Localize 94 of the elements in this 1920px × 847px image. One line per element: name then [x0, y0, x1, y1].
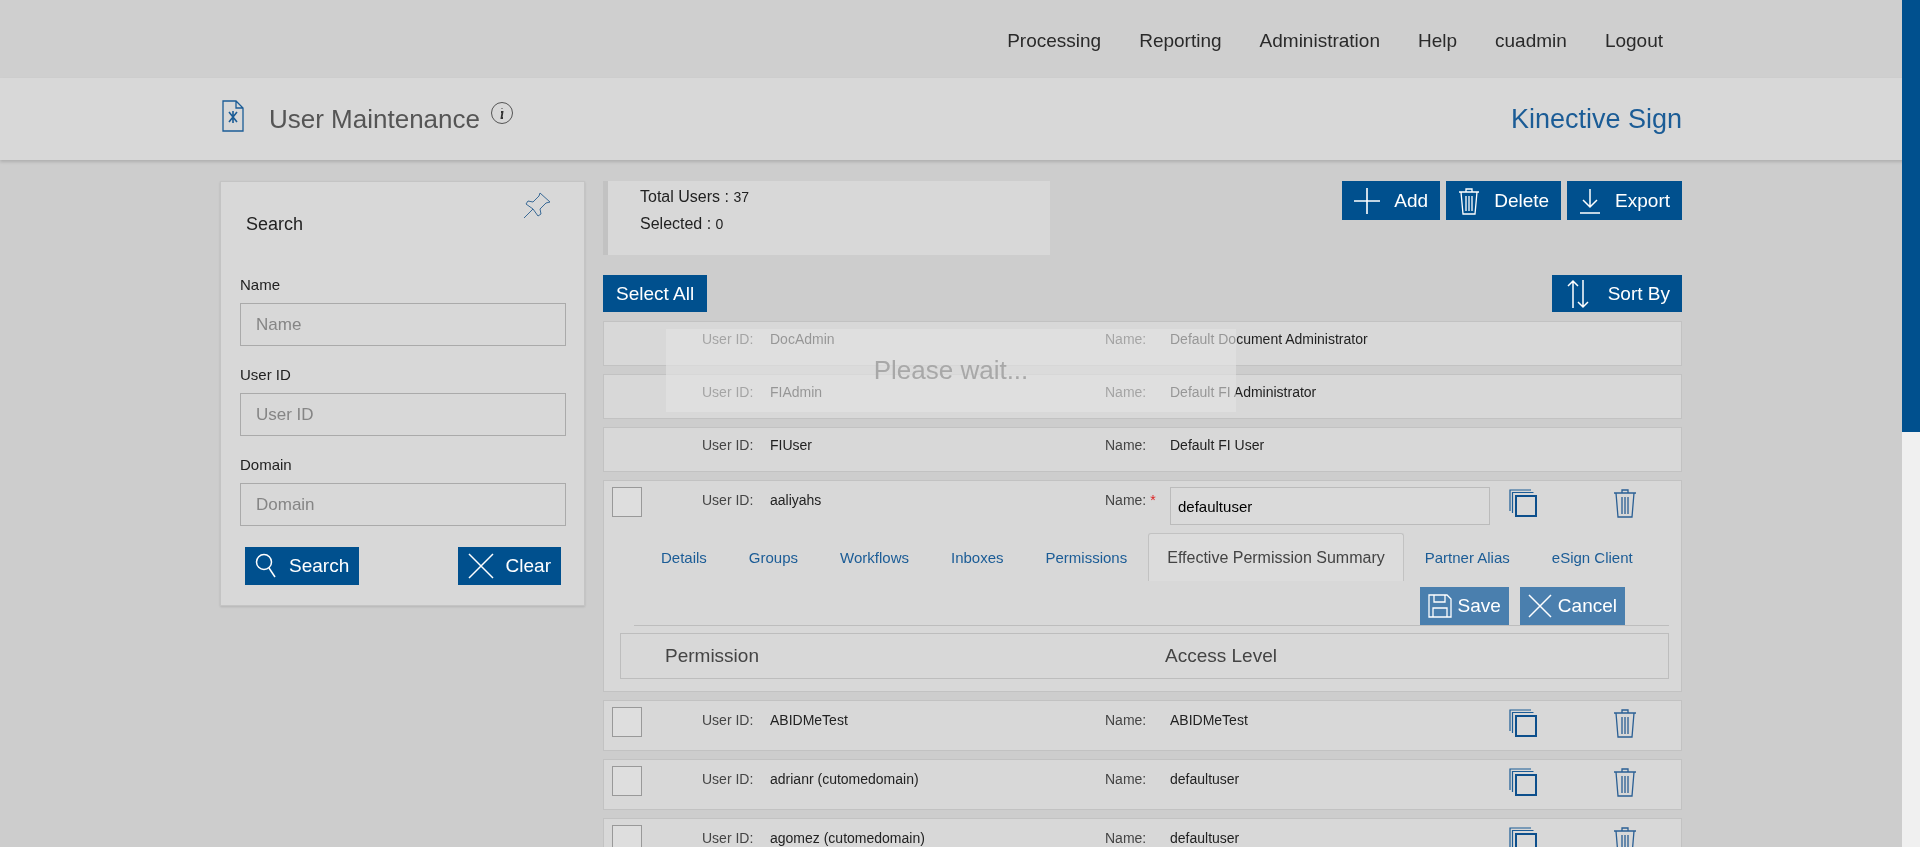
user-row[interactable]: User ID: ABIDMeTest Name: ABIDMeTest: [603, 700, 1682, 751]
select-all-button[interactable]: Select All: [603, 275, 708, 312]
trash-icon[interactable]: [1613, 826, 1637, 847]
input-field[interactable]: User ID: [240, 393, 566, 436]
copy-icon[interactable]: [1509, 489, 1537, 517]
field-label: Domain: [240, 456, 293, 473]
toolbar-button[interactable]: Export: [1567, 181, 1682, 220]
user-row[interactable]: User ID: agomez (cutomedomain) Name: defaultuser: [603, 818, 1682, 847]
field-label: Name:: [1105, 829, 1148, 846]
user-id: FIAdmin: [770, 383, 824, 400]
user-id: FIUser: [770, 436, 813, 453]
user-id: DocAdmin: [770, 330, 836, 347]
tab[interactable]: Partner Alias: [1403, 533, 1531, 581]
user-name: defaultuser: [1170, 770, 1241, 787]
user-name: Default FI Administrator: [1170, 383, 1318, 400]
user-row[interactable]: User ID: adrianr (cutomedomain) Name: defaultuser: [603, 759, 1682, 810]
user-id: aaliyahs: [770, 491, 823, 508]
tab[interactable]: Groups: [727, 533, 820, 581]
brand-name: Kinective Sign: [1510, 103, 1682, 135]
panel-title: Search: [246, 214, 304, 235]
nav-link[interactable]: Administration: [1259, 30, 1380, 52]
column-header: Permission: [665, 645, 760, 667]
nav-link[interactable]: Help: [1417, 30, 1458, 52]
user-id: ABIDMeTest: [770, 711, 849, 728]
page-title: User Maintenance: [269, 103, 480, 135]
user-name: defaultuser: [1170, 829, 1241, 846]
tab[interactable]: Details: [640, 533, 728, 581]
nav-link[interactable]: Logout: [1604, 30, 1663, 52]
column-header: Access Level: [1165, 645, 1277, 667]
trash-icon[interactable]: [1613, 708, 1637, 738]
field-label: User ID:: [702, 383, 755, 400]
save-icon: [1427, 594, 1452, 618]
search-panel-button[interactable]: Search: [245, 547, 360, 585]
required-mark: *: [1150, 492, 1156, 508]
nav-link[interactable]: Processing: [1007, 30, 1102, 52]
copy-icon[interactable]: [1509, 768, 1537, 796]
user-id: adrianr (cutomedomain): [770, 770, 920, 787]
field-label: Name:: [1105, 330, 1148, 347]
field-label: Name:: [1105, 436, 1148, 453]
document-icon: [222, 100, 244, 132]
field-label: Name:: [1105, 711, 1148, 728]
tab[interactable]: Permissions: [1024, 533, 1149, 581]
summary-label: Total Users :: [640, 188, 729, 205]
name-input[interactable]: defaultuser: [1170, 487, 1490, 525]
download-icon: [1579, 187, 1602, 214]
close-icon: [467, 553, 494, 579]
nav-link[interactable]: cuadmin: [1495, 30, 1567, 52]
tab[interactable]: Inboxes: [929, 533, 1025, 581]
field-label: User ID:: [702, 711, 755, 728]
field-label: User ID: [240, 366, 292, 383]
user-id: agomez (cutomedomain): [770, 829, 926, 846]
sort-by-button[interactable]: Sort By: [1551, 275, 1682, 312]
copy-icon[interactable]: [1509, 827, 1537, 847]
plus-icon: [1354, 187, 1381, 214]
scrollbar[interactable]: [1902, 0, 1920, 847]
toolbar-button[interactable]: Add: [1342, 181, 1441, 220]
nav-link[interactable]: Reporting: [1139, 30, 1222, 52]
scrollbar-thumb[interactable]: [1902, 0, 1920, 432]
user-name: ABIDMeTest: [1170, 711, 1249, 728]
tab[interactable]: eSign Client: [1530, 533, 1654, 581]
checkbox[interactable]: [612, 766, 642, 796]
field-label: User ID:: [702, 491, 755, 508]
sort-icon: [1565, 278, 1590, 309]
checkbox[interactable]: [612, 825, 642, 847]
input-field[interactable]: Name: [240, 303, 566, 346]
checkbox[interactable]: [612, 487, 642, 517]
field-label: User ID:: [702, 330, 755, 347]
search-panel-button[interactable]: Clear: [457, 547, 561, 585]
user-row[interactable]: User ID: FIUser Name: Default FI User: [603, 427, 1682, 472]
summary-label: Selected :: [640, 215, 712, 232]
user-name: Default FI User: [1170, 436, 1266, 453]
field-label: Name: [240, 276, 281, 293]
search-icon: [255, 553, 277, 579]
tab[interactable]: Workflows: [819, 533, 930, 581]
tab[interactable]: Effective Permission Summary: [1148, 533, 1404, 581]
info-icon[interactable]: [490, 101, 514, 125]
checkbox[interactable]: [612, 707, 642, 737]
summary-value: 37: [733, 189, 749, 205]
close-icon: [1527, 594, 1552, 618]
user-name: Default Document Administrator: [1170, 330, 1369, 347]
field-label: Name:: [1105, 383, 1148, 400]
toolbar-button[interactable]: Delete: [1446, 181, 1562, 220]
field-label: Name:: [1105, 770, 1148, 787]
pin-icon[interactable]: [522, 191, 552, 221]
field-label: Name: *: [1105, 491, 1157, 508]
trash-icon: [1458, 186, 1481, 215]
trash-icon[interactable]: [1613, 488, 1637, 518]
field-label: User ID:: [702, 436, 755, 453]
summary-value: 0: [715, 216, 724, 232]
trash-icon[interactable]: [1613, 767, 1637, 797]
field-label: User ID:: [702, 770, 755, 787]
input-field[interactable]: Domain: [240, 483, 566, 526]
copy-icon[interactable]: [1509, 709, 1537, 737]
field-label: User ID:: [702, 829, 755, 846]
